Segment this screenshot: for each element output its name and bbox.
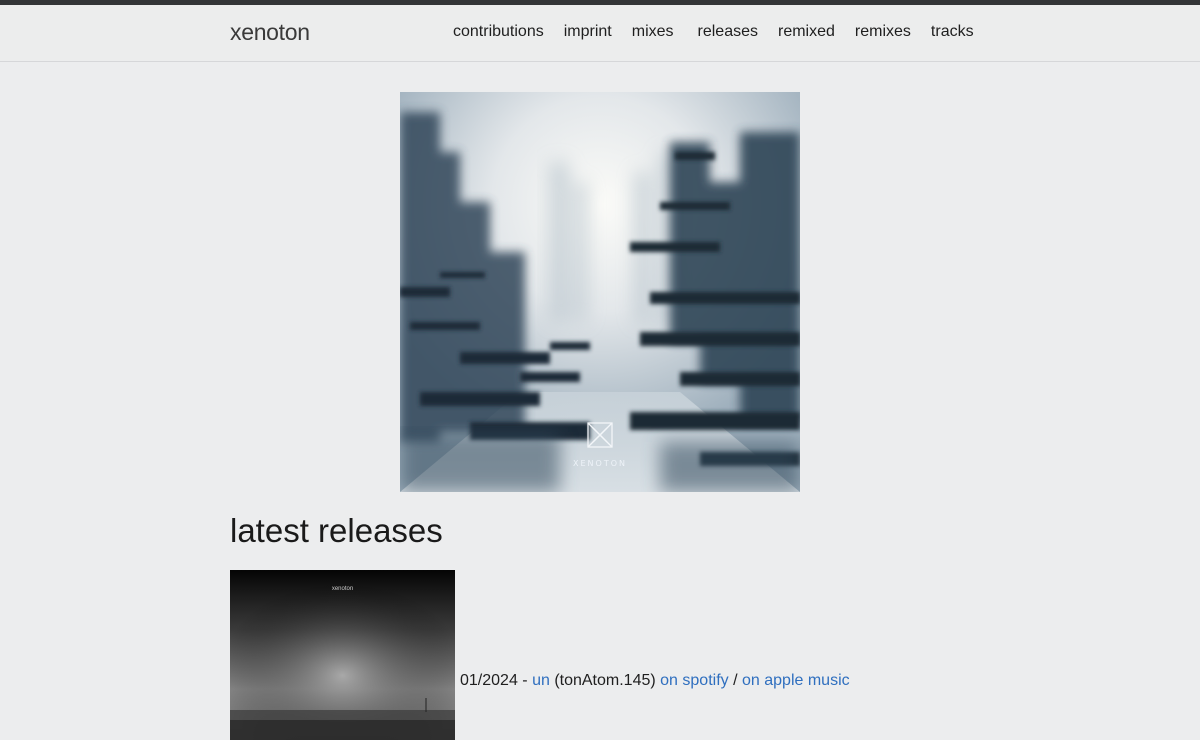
- site-header: xenoton contributions imprint mixes rele…: [0, 5, 1200, 62]
- release-catalog-number: (tonAtom.145): [554, 672, 656, 689]
- apple-music-link[interactable]: on apple music: [742, 672, 850, 689]
- spotify-link[interactable]: on spotify: [660, 672, 728, 689]
- nav-remixes[interactable]: remixes: [855, 23, 911, 41]
- release-cover-title: xenoton: [331, 586, 354, 592]
- hero-artwork: XENOTON: [400, 92, 800, 492]
- release-entry: 01/2024 - un (tonAtom.145) on spotify / …: [460, 672, 850, 690]
- link-divider: /: [733, 672, 738, 689]
- release-cover-image[interactable]: xenoton: [230, 570, 455, 740]
- main-nav: contributions imprint mixes releases rem…: [453, 23, 994, 41]
- nav-releases[interactable]: releases: [698, 23, 758, 41]
- nav-imprint[interactable]: imprint: [564, 23, 612, 41]
- nav-mixes[interactable]: mixes: [632, 23, 674, 41]
- release-date: 01/2024: [460, 672, 518, 689]
- brand-logo[interactable]: xenoton: [230, 19, 310, 46]
- hero-cityscape-image: [400, 92, 800, 492]
- nav-remixed[interactable]: remixed: [778, 23, 835, 41]
- release-cover-artwork: [230, 570, 455, 740]
- hero-logo-text: XENOTON: [573, 459, 627, 468]
- release-title-link[interactable]: un: [532, 672, 550, 689]
- nav-tracks[interactable]: tracks: [931, 23, 974, 41]
- release-separator: -: [517, 672, 533, 689]
- latest-releases-title: latest releases: [230, 512, 443, 549]
- nav-contributions[interactable]: contributions: [453, 23, 544, 41]
